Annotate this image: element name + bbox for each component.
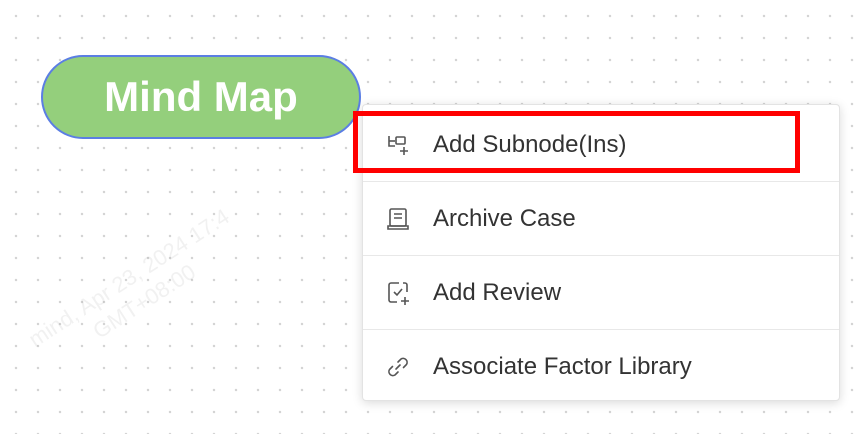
root-node[interactable]: Mind Map [41, 55, 361, 139]
menu-item-label: Archive Case [433, 205, 576, 233]
archive-icon [385, 206, 411, 232]
add-review-icon [385, 280, 411, 306]
menu-item-archive-case[interactable]: Archive Case [363, 182, 839, 256]
add-subnode-icon [385, 132, 411, 158]
link-icon [385, 354, 411, 380]
menu-item-label: Add Review [433, 279, 561, 307]
menu-item-add-subnode[interactable]: Add Subnode(Ins) [363, 108, 839, 182]
mind-map-canvas[interactable]: mind, Apr 23, 2024 17:4 GMT+08:00 tesmin… [0, 0, 867, 434]
menu-item-add-review[interactable]: Add Review [363, 256, 839, 330]
root-node-label: Mind Map [104, 73, 298, 121]
menu-item-label: Associate Factor Library [433, 353, 692, 381]
watermark-text: GMT+08:00 [39, 226, 250, 377]
watermark-text: mind, Apr 23, 2024 17:4 [24, 203, 235, 354]
menu-item-label: Add Subnode(Ins) [433, 131, 626, 159]
context-menu: Add Subnode(Ins) Archive Case [362, 104, 840, 401]
watermark: mind, Apr 23, 2024 17:4 GMT+08:00 [24, 203, 250, 377]
menu-item-associate-factor-library[interactable]: Associate Factor Library [363, 330, 839, 404]
